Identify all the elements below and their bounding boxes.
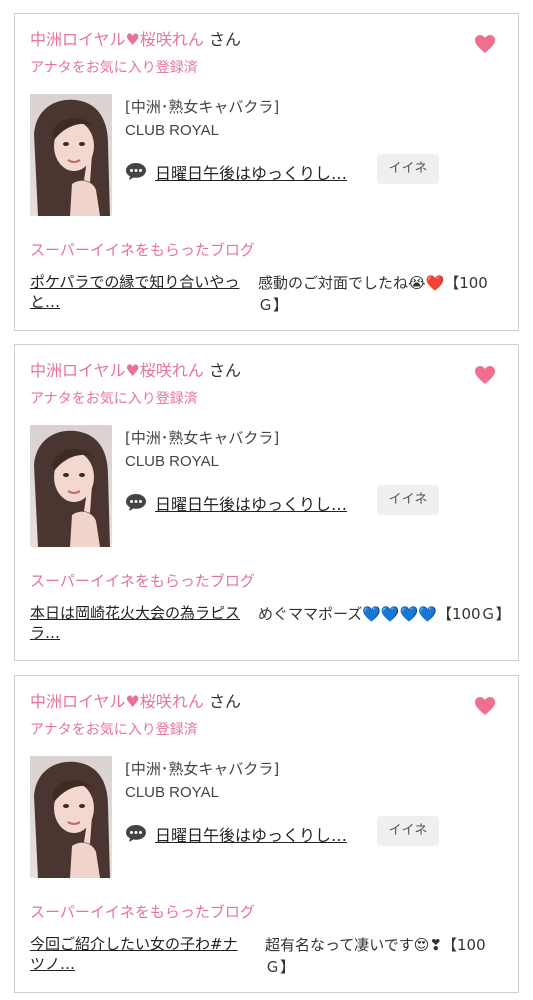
cast-shop-prefix[interactable]: 中洲ロイヤル [30, 30, 126, 49]
cast-name-row[interactable]: 中洲ロイヤル♥桜咲れん さん [30, 361, 241, 381]
speech-bubble-icon [125, 492, 147, 512]
cast-photo[interactable] [30, 756, 112, 878]
iine-button[interactable]: イイネ [377, 816, 439, 846]
heart-icon [475, 366, 495, 384]
cast-photo[interactable] [30, 425, 112, 547]
honorific: さん [208, 361, 241, 380]
favorite-cast-card: 中洲ロイヤル♥桜咲れん さん アナタをお気に入り登録済 [中洲･熟女キャバクラ]… [14, 675, 519, 993]
super-iine-section-label: スーパーイイネをもらったブログ [30, 572, 255, 590]
iine-button[interactable]: イイネ [377, 485, 439, 515]
heart-icon [475, 35, 495, 53]
heart-icon: ♥ [125, 692, 140, 711]
super-iine-section-label: スーパーイイネをもらったブログ [30, 241, 255, 259]
super-iine-comment: 超有名なって凄いです😍❣【100Ｇ】 [265, 936, 486, 976]
favorite-status-text: アナタをお気に入り登録済 [30, 391, 198, 407]
favorite-cast-card: 中洲ロイヤル♥桜咲れん さん アナタをお気に入り登録済 [中洲･熟女キャバクラ]… [14, 344, 519, 661]
latest-blog-link[interactable]: 日曜日午後はゆっくりし… [155, 822, 347, 846]
iine-button[interactable]: イイネ [377, 154, 439, 184]
super-iine-blog-link[interactable]: 今回ご紹介したい女の子わ#ナツノ… [30, 934, 245, 974]
cast-name-row[interactable]: 中洲ロイヤル♥桜咲れん さん [30, 30, 241, 50]
favorite-heart-button[interactable] [474, 34, 496, 54]
favorite-heart-button[interactable] [474, 365, 496, 385]
latest-blog-link[interactable]: 日曜日午後はゆっくりし… [155, 491, 347, 515]
honorific: さん [208, 30, 241, 49]
favorite-heart-button[interactable] [474, 696, 496, 716]
heart-icon [475, 697, 495, 715]
heart-icon: ♥ [125, 361, 140, 380]
shop-name: CLUB ROYAL [125, 453, 219, 470]
shop-name: CLUB ROYAL [125, 784, 219, 801]
speech-bubble-icon [125, 161, 147, 181]
cast-photo[interactable] [30, 94, 112, 216]
cast-shop-prefix[interactable]: 中洲ロイヤル [30, 692, 126, 711]
shop-category: [中洲･熟女キャバクラ] [125, 98, 280, 116]
shop-category: [中洲･熟女キャバクラ] [125, 429, 280, 447]
super-iine-blog-link[interactable]: 本日は岡崎花火大会の為ラピスラ… [30, 603, 245, 643]
cast-name[interactable]: 桜咲れん [140, 361, 204, 380]
super-iine-comment: めぐママポーズ💙💙💙💙【100Ｇ】 [258, 605, 511, 623]
heart-icon: ♥ [125, 30, 140, 49]
latest-blog-link[interactable]: 日曜日午後はゆっくりし… [155, 160, 347, 184]
speech-bubble-icon [125, 823, 147, 843]
super-iine-section-label: スーパーイイネをもらったブログ [30, 903, 255, 921]
cast-name-row[interactable]: 中洲ロイヤル♥桜咲れん さん [30, 692, 241, 712]
super-iine-comment: 感動のご対面でしたね😭❤️【100Ｇ】 [258, 274, 488, 314]
favorite-status-text: アナタをお気に入り登録済 [30, 722, 198, 738]
super-iine-blog-link[interactable]: ポケパラでの縁で知り合いやっと… [30, 272, 245, 312]
cast-shop-prefix[interactable]: 中洲ロイヤル [30, 361, 126, 380]
shop-category: [中洲･熟女キャバクラ] [125, 760, 280, 778]
cast-name[interactable]: 桜咲れん [140, 30, 204, 49]
shop-name: CLUB ROYAL [125, 122, 219, 139]
favorite-cast-card: 中洲ロイヤル♥桜咲れん さん アナタをお気に入り登録済 [中洲･熟女キャバクラ]… [14, 13, 519, 331]
cast-name[interactable]: 桜咲れん [140, 692, 204, 711]
favorite-status-text: アナタをお気に入り登録済 [30, 60, 198, 76]
honorific: さん [208, 692, 241, 711]
